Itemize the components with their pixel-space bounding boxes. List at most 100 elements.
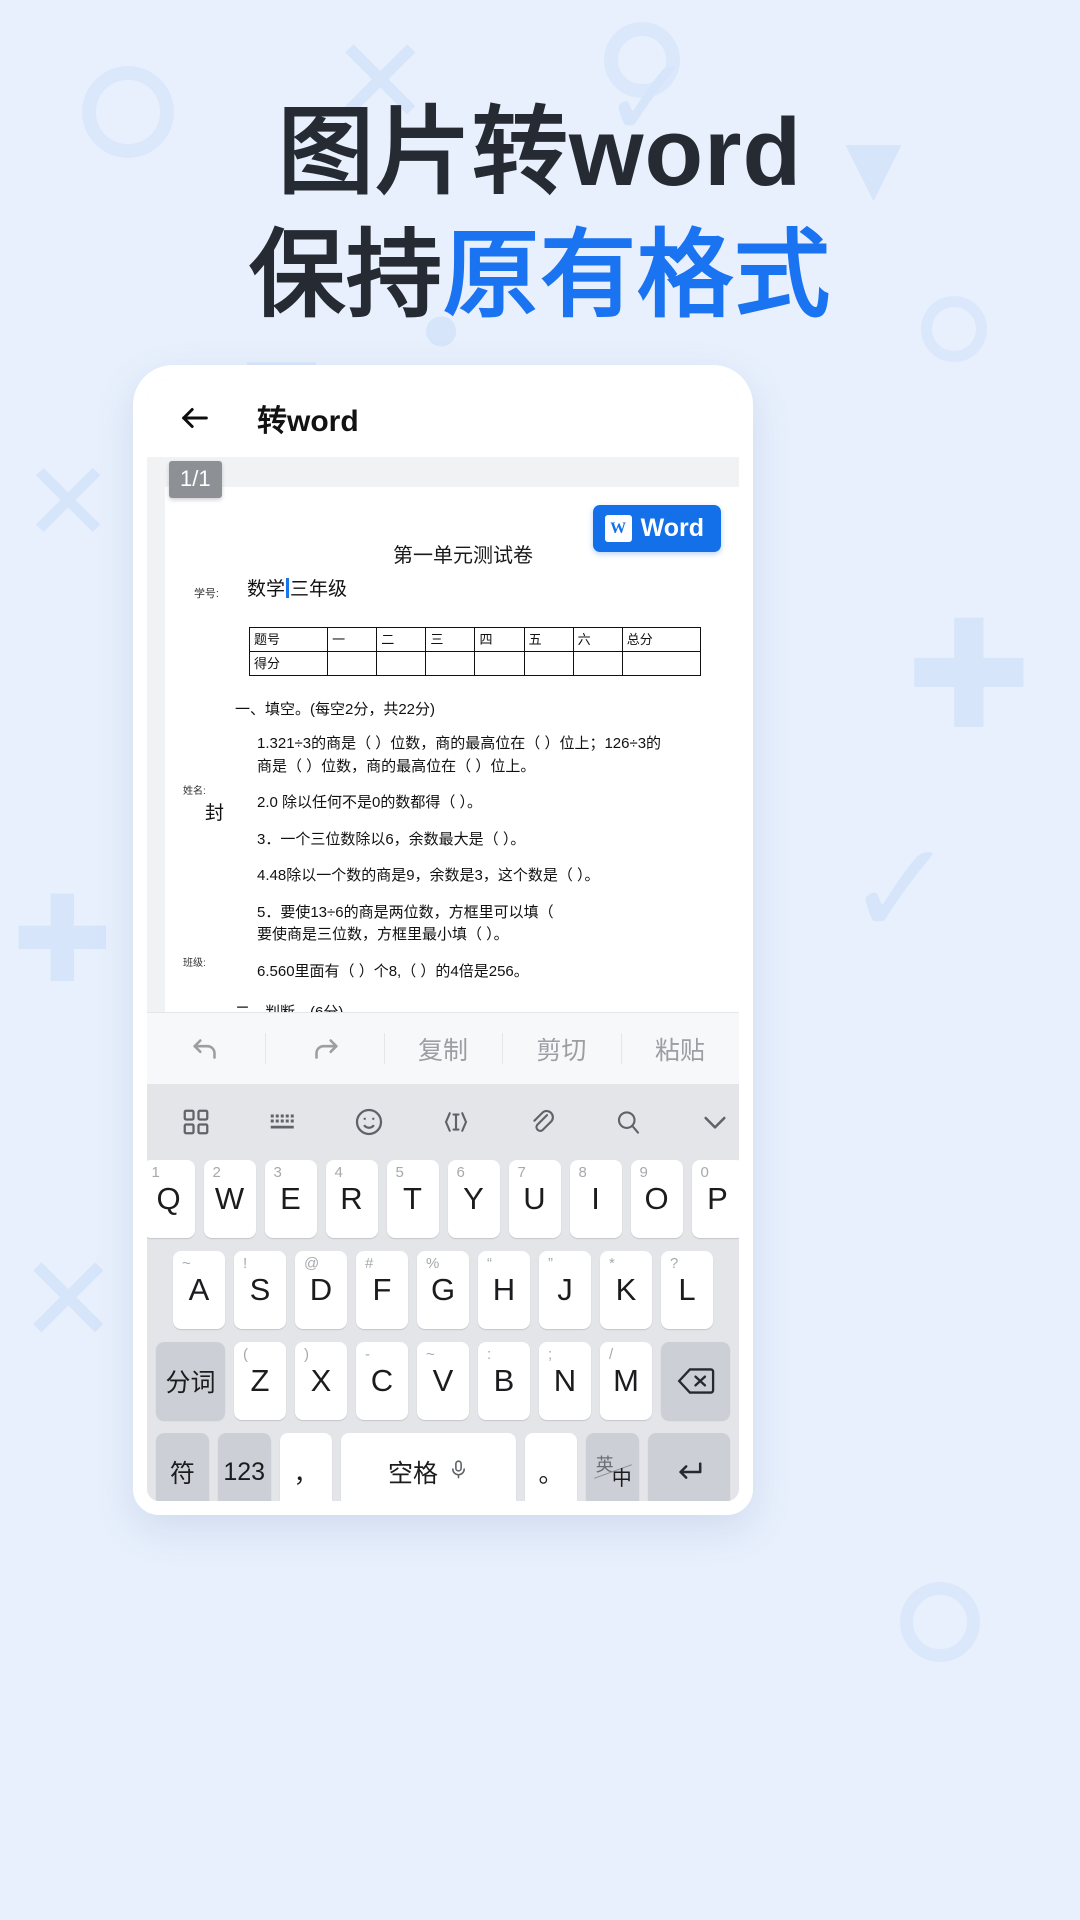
key-lang-bottom: 中 [611,1467,632,1490]
key-i[interactable]: 8I [569,1160,622,1238]
key-label: O [644,1181,669,1216]
key-language-toggle[interactable]: 英 中 [586,1433,640,1501]
phone-frame: 转word 1/1 W Word 第一单元测试卷 学号: 数学 三年级 题号 一 … [133,365,753,1515]
key-label: A [188,1272,210,1307]
key-z[interactable]: (Z [234,1342,286,1420]
key-sup: ~ [426,1346,435,1363]
keyboard-row-1: 1Q 2W 3E 4R 5T 6Y 7U 8I 9O 0P [147,1160,739,1238]
key-label: D [309,1272,333,1307]
td-1 [327,651,378,676]
key-x[interactable]: ) X [295,1342,347,1420]
key-c[interactable]: -C [356,1342,408,1420]
cut-button[interactable]: 剪切 [502,1013,620,1084]
key-sup: - [365,1346,370,1363]
enter-icon[interactable] [648,1433,731,1501]
td-0: 得分 [248,651,329,676]
key-t[interactable]: 5T [386,1160,439,1238]
backspace-icon[interactable] [661,1342,730,1420]
search-icon[interactable] [613,1107,643,1137]
key-j[interactable]: ” J [539,1251,591,1329]
page-title: 图片转word 保持原有格式 [0,92,1080,338]
key-s[interactable]: ! S [234,1251,286,1329]
key-comma[interactable]: ， [279,1433,333,1501]
document-meta-row: 学号: 数学 三年级 [165,574,721,601]
key-sup: 3 [273,1164,282,1181]
app-header: 转word [147,379,739,457]
keyboard-icon[interactable] [267,1107,297,1137]
key-label: M [613,1363,639,1398]
key-sup: ! [243,1255,248,1272]
undo-button[interactable] [147,1013,265,1084]
key-period[interactable]: 。 [524,1433,578,1501]
grid-icon[interactable] [181,1107,211,1137]
key-numeric[interactable]: 123 [217,1433,271,1501]
key-sup: 5 [395,1164,404,1181]
class-label: 班级: [183,958,206,969]
text-cursor-icon[interactable] [441,1107,471,1137]
question-item: 4.48除以一个数的商是9，余数是3，这个数是（ ）。 [257,867,600,884]
key-g[interactable]: % G [417,1251,469,1329]
keyboard-toolbar [147,1084,739,1160]
key-k[interactable]: * K [600,1251,652,1329]
keyboard-row-2: ~ A ! S @ D # F % G “H ” J * K ? L [147,1251,739,1329]
th-1: 一 [327,627,378,652]
key-sup: 0 [700,1164,709,1181]
grade-text: 三年级 [290,579,348,600]
key-l[interactable]: ? L [661,1251,713,1329]
key-sup: 7 [517,1164,526,1181]
key-sup: 8 [578,1164,587,1181]
key-label: E [280,1181,301,1216]
key-n[interactable]: ; N [539,1342,591,1420]
key-r[interactable]: 4R [325,1160,378,1238]
emoji-icon[interactable] [353,1106,385,1138]
key-e[interactable]: 3E [264,1160,317,1238]
key-sup: : [487,1346,492,1363]
key-u[interactable]: 7U [508,1160,561,1238]
score-table: 题号 一 二 三 四 五 六 总分 得分 [248,627,702,676]
key-a[interactable]: ~ A [173,1251,225,1329]
student-id-label: 学号: [193,588,219,600]
bg-x-3: ✕ [18,1233,119,1367]
key-y[interactable]: 6Y [447,1160,500,1238]
mic-icon[interactable] [448,1458,469,1487]
table-row: 题号 一 二 三 四 五 六 总分 [248,627,702,652]
key-d[interactable]: @ D [295,1251,347,1329]
key-sup: ; [548,1346,553,1363]
key-o[interactable]: 9O [630,1160,683,1238]
redo-button[interactable] [265,1013,383,1084]
text-caret [286,578,290,598]
table-row: 得分 [248,651,702,676]
key-sup: ) [304,1346,309,1363]
key-word-split[interactable]: 分词 [156,1342,225,1420]
key-m[interactable]: / M [600,1342,652,1420]
key-f[interactable]: # F [356,1251,408,1329]
key-h[interactable]: “H [478,1251,530,1329]
copy-button[interactable]: 复制 [383,1013,502,1084]
key-label: Q [156,1181,181,1216]
question-item: 3．一个三位数除以6，余数最大是（ ）。 [257,830,526,848]
key-v[interactable]: ~ V [417,1342,469,1420]
document-viewer[interactable]: 1/1 W Word 第一单元测试卷 学号: 数学 三年级 题号 一 二 三 四 … [147,457,739,1012]
subject-text: 数学 [247,579,286,600]
key-sup: % [426,1255,440,1272]
keyboard-row-3: 分词 (Z ) X -C ~ V :B ; N / M [147,1342,739,1420]
key-w[interactable]: 2W [203,1160,256,1238]
key-space-label: 空格 [387,1460,438,1488]
app-title: 转word [257,405,359,438]
key-label: T [403,1181,422,1216]
key-symbol[interactable]: 符 [155,1433,209,1501]
word-export-button[interactable]: W Word [592,505,721,552]
paste-button[interactable]: 粘贴 [620,1013,739,1084]
section-1-heading: 一、填空。(每空2分，共22分) [235,701,436,718]
clip-icon[interactable] [527,1107,557,1137]
key-label: Z [250,1363,270,1398]
key-q[interactable]: 1Q [147,1160,195,1238]
key-space[interactable]: 空格 [341,1433,516,1501]
key-p[interactable]: 0P [691,1160,739,1238]
key-b[interactable]: :B [478,1342,530,1420]
word-icon: W [604,515,632,542]
key-label: Y [463,1181,484,1216]
back-arrow-icon[interactable] [173,396,217,440]
chevron-down-icon[interactable] [699,1106,731,1138]
edit-toolbar: 复制 剪切 粘贴 [147,1012,739,1084]
